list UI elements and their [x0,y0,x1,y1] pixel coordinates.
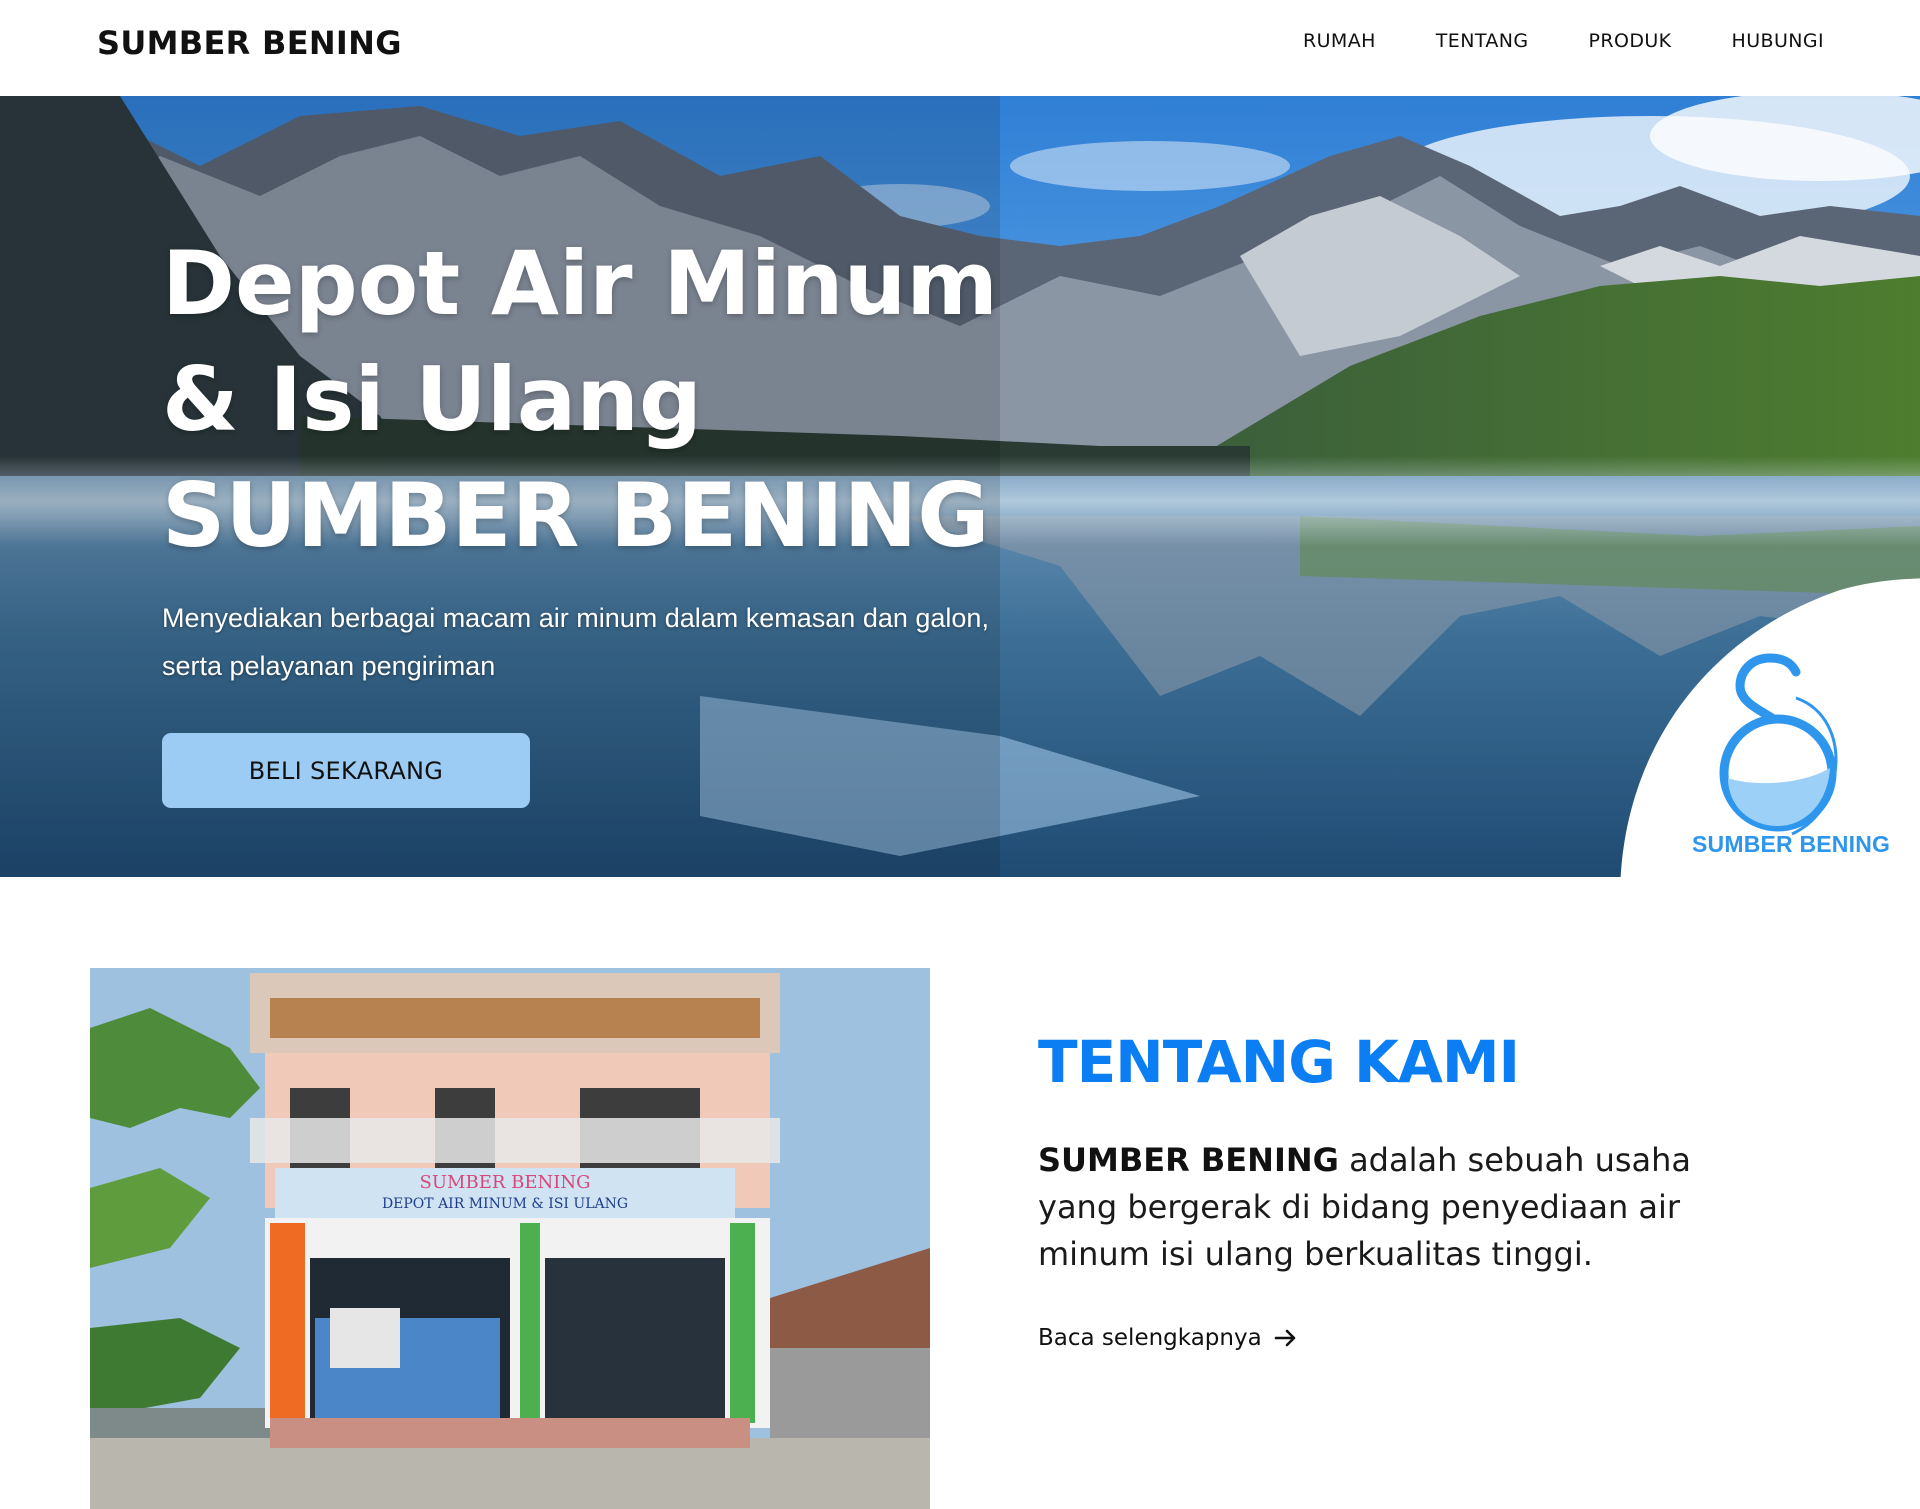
read-more-link[interactable]: Baca selengkapnya [1038,1325,1298,1351]
buy-now-button[interactable]: BELI SEKARANG [162,733,530,808]
brand-logo-text[interactable]: SUMBER BENING [97,24,402,62]
main-nav: RUMAH TENTANG PRODUK HUBUNGI [1303,30,1824,52]
photo-banner-subtitle: DEPOT AIR MINUM & ISI ULANG [382,1196,628,1212]
site-header: SUMBER BENING RUMAH TENTANG PRODUK HUBUN… [0,0,1920,96]
read-more-label: Baca selengkapnya [1038,1325,1262,1351]
brand-logo-label: SUMBER BENING [1692,831,1891,857]
hero-title-line-3: SUMBER BENING [162,464,990,567]
hero-title-line-1: Depot Air Minum [162,232,998,335]
photo-banner-title: SUMBER BENING [420,1172,591,1193]
arrow-right-icon [1274,1329,1295,1347]
hero-section: Depot Air Minum & Isi Ulang SUMBER BENIN… [0,96,1920,877]
nav-link-tentang[interactable]: TENTANG [1436,30,1529,52]
hero-subtitle: Menyediakan berbagai macam air minum dal… [162,603,989,681]
nav-link-rumah[interactable]: RUMAH [1303,30,1376,52]
about-description: SUMBER BENING adalah sebuah usaha yang b… [1038,1137,1718,1278]
store-front-photo: SUMBER BENING DEPOT AIR MINUM & ISI ULAN… [90,968,930,1509]
about-title: TENTANG KAMI [1038,1028,1520,1096]
hero-title-line-2: & Isi Ulang [162,348,702,451]
hero-title: Depot Air Minum & Isi Ulang SUMBER BENIN… [162,226,1062,574]
buy-now-label: BELI SEKARANG [248,756,444,785]
about-brand-name: SUMBER BENING [1038,1141,1339,1179]
nav-link-hubungi[interactable]: HUBUNGI [1732,30,1824,52]
nav-link-produk[interactable]: PRODUK [1589,30,1672,52]
